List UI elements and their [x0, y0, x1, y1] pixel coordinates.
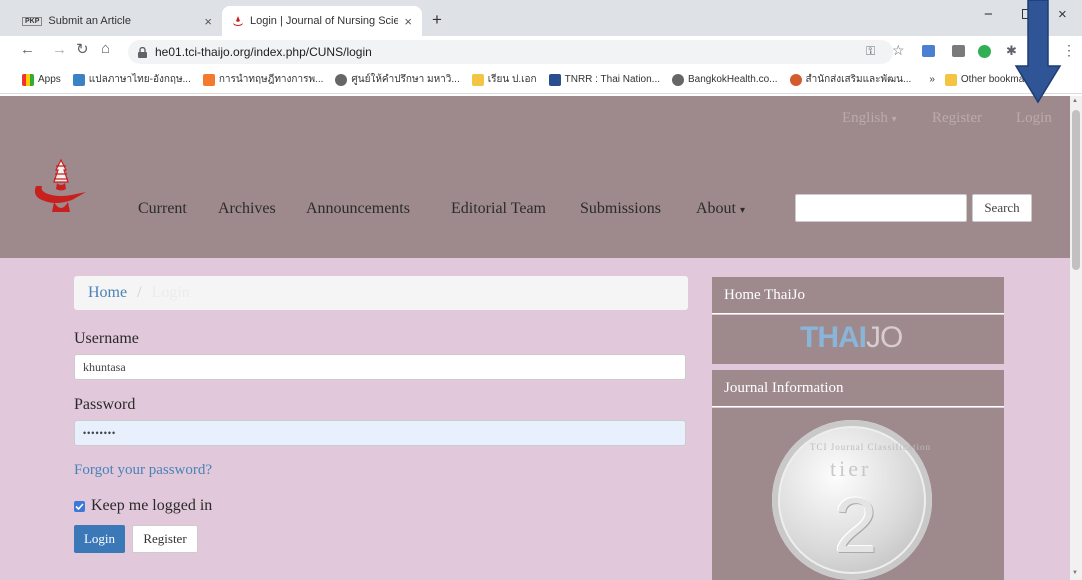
scroll-up-icon[interactable]: ▲ — [1072, 98, 1078, 104]
thaijo-logo-box[interactable]: THAIJO — [712, 315, 1004, 364]
bookmark-item[interactable]: สำนักส่งเสริมและพัฒน... — [789, 72, 912, 87]
journal-logo[interactable] — [30, 156, 92, 218]
bookmark-item[interactable]: การนำทฤษฎีทางการพ... — [202, 72, 324, 87]
bookmark-label: เรียน ป.เอก — [487, 74, 537, 85]
forward-arrow-icon[interactable]: → — [52, 41, 67, 58]
bookmark-item[interactable]: แปลภาษาไทย-อังกฤษ... — [72, 72, 191, 87]
bookmark-label: ศูนย์ให้คำปรึกษา มหาวิ... — [351, 74, 460, 85]
scroll-down-icon[interactable]: ▼ — [1072, 570, 1078, 576]
journal-favicon-icon — [232, 15, 244, 27]
bookmark-label: สำนักส่งเสริมและพัฒน... — [805, 74, 912, 85]
minimize-icon[interactable]: − — [984, 6, 993, 23]
star-icon[interactable]: ☆ — [892, 42, 905, 59]
nav-submissions[interactable]: Submissions — [580, 200, 661, 218]
password-field[interactable]: •••••••• — [74, 420, 686, 446]
nav-current[interactable]: Current — [138, 200, 187, 218]
bookmark-item[interactable]: ศูนย์ให้คำปรึกษา มหาวิ... — [335, 72, 460, 87]
badge-tier-text: tier — [830, 456, 872, 481]
lock-icon — [138, 46, 147, 58]
login-button[interactable]: Login — [74, 525, 125, 553]
search-button[interactable]: Search — [972, 194, 1032, 222]
site-header: English ▾ Register Login Current Archive… — [0, 96, 1070, 258]
language-menu[interactable]: English ▾ — [842, 110, 897, 127]
scrollbar-thumb[interactable] — [1072, 110, 1080, 270]
journal-info-box: TCI Journal Classification tier 2 — [712, 408, 1004, 580]
nav-announcements[interactable]: Announcements — [306, 200, 410, 218]
org-icon — [789, 73, 802, 86]
register-button[interactable]: Register — [132, 525, 198, 553]
bookmarks-bar: Apps แปลภาษาไทย-อังกฤษ... การนำทฤษฎีทางก… — [0, 66, 1082, 94]
login-link[interactable]: Login — [1016, 110, 1052, 127]
pkp-favicon-icon: PKP — [22, 16, 43, 26]
close-tab-icon[interactable]: × — [204, 14, 212, 29]
url-field[interactable]: he01.tci-thaijo.org/index.php/CUNS/login — [128, 40, 893, 64]
username-field[interactable]: khuntasa — [74, 354, 686, 380]
down-arrow-annotation-icon — [1014, 0, 1062, 104]
breadcrumb-current: Login — [151, 284, 190, 301]
nav-editorial-team[interactable]: Editorial Team — [451, 200, 546, 218]
bookmark-apps[interactable]: Apps — [22, 73, 61, 86]
folder-icon — [944, 73, 957, 86]
sidebar-heading-journal-info: Journal Information — [712, 370, 1004, 407]
blogger-icon — [202, 73, 215, 86]
folder-icon — [471, 73, 484, 86]
close-tab-icon[interactable]: × — [404, 14, 412, 29]
tab-title: Login | Journal of Nursing Scienc — [250, 15, 399, 27]
password-label: Password — [74, 396, 136, 413]
url-text: he01.tci-thaijo.org/index.php/CUNS/login — [155, 45, 372, 59]
globe-icon — [672, 73, 685, 86]
bookmark-item[interactable]: TNRR : Thai Nation... — [548, 73, 661, 86]
thaijo-logo: THAIJO — [800, 321, 903, 354]
extension-icon[interactable] — [952, 45, 965, 57]
back-arrow-icon[interactable]: ← — [20, 41, 35, 58]
browser-tab-strip: PKP Submit an Article × Login | Journal … — [0, 0, 1082, 36]
bookmark-label: BangkokHealth.co... — [688, 74, 778, 85]
tci-tier-badge: TCI Journal Classification tier 2 — [772, 420, 932, 580]
home-icon[interactable]: ⌂ — [101, 40, 110, 57]
nav-archives[interactable]: Archives — [218, 200, 276, 218]
keep-logged-in-label: Keep me logged in — [91, 497, 213, 514]
register-link[interactable]: Register — [932, 110, 982, 127]
badge-tier-number: 2 — [834, 481, 878, 569]
kebab-menu-icon[interactable]: ⋮ — [1062, 42, 1076, 59]
bookmark-label: แปลภาษาไทย-อังกฤษ... — [88, 74, 191, 85]
nav-about[interactable]: About ▾ — [696, 200, 745, 218]
bookmark-label: Apps — [38, 74, 61, 85]
grammarly-icon[interactable] — [978, 45, 991, 58]
bookmarks-overflow[interactable]: » — [929, 74, 935, 85]
bookmark-item[interactable]: เรียน ป.เอก — [471, 72, 537, 87]
main-content: Home / Login Username khuntasa Password … — [0, 258, 1070, 580]
key-icon[interactable]: ⚿ — [866, 44, 875, 59]
keep-logged-in[interactable]: Keep me logged in — [74, 497, 212, 515]
extension-icon[interactable] — [922, 45, 935, 57]
apps-grid-icon — [22, 73, 34, 86]
breadcrumb-separator: / — [137, 284, 142, 301]
sidebar-heading-home-thaijo: Home ThaiJo — [712, 277, 1004, 314]
tab-title: Submit an Article — [48, 15, 131, 27]
search-input[interactable] — [795, 194, 967, 222]
checkbox-checked-icon[interactable] — [74, 500, 85, 512]
reload-icon[interactable]: ↻ — [76, 40, 89, 58]
tnrr-icon — [548, 73, 561, 86]
tab-login[interactable]: Login | Journal of Nursing Scienc × — [222, 6, 422, 36]
page-scrollbar[interactable]: ▲ ▼ — [1070, 96, 1082, 580]
breadcrumb: Home / Login — [74, 276, 688, 310]
bookmark-item[interactable]: BangkokHealth.co... — [672, 73, 778, 86]
username-label: Username — [74, 330, 139, 347]
tab-submit-article[interactable]: PKP Submit an Article × — [12, 6, 222, 36]
new-tab-icon[interactable]: + — [432, 10, 442, 30]
forgot-password-link[interactable]: Forgot your password? — [74, 462, 212, 479]
bookmark-label: TNRR : Thai Nation... — [564, 74, 661, 85]
badge-ring-text: TCI Journal Classification — [810, 442, 931, 452]
translate-icon — [72, 73, 85, 86]
breadcrumb-home[interactable]: Home — [88, 284, 127, 301]
globe-icon — [335, 73, 348, 86]
bookmark-label: การนำทฤษฎีทางการพ... — [218, 74, 324, 85]
